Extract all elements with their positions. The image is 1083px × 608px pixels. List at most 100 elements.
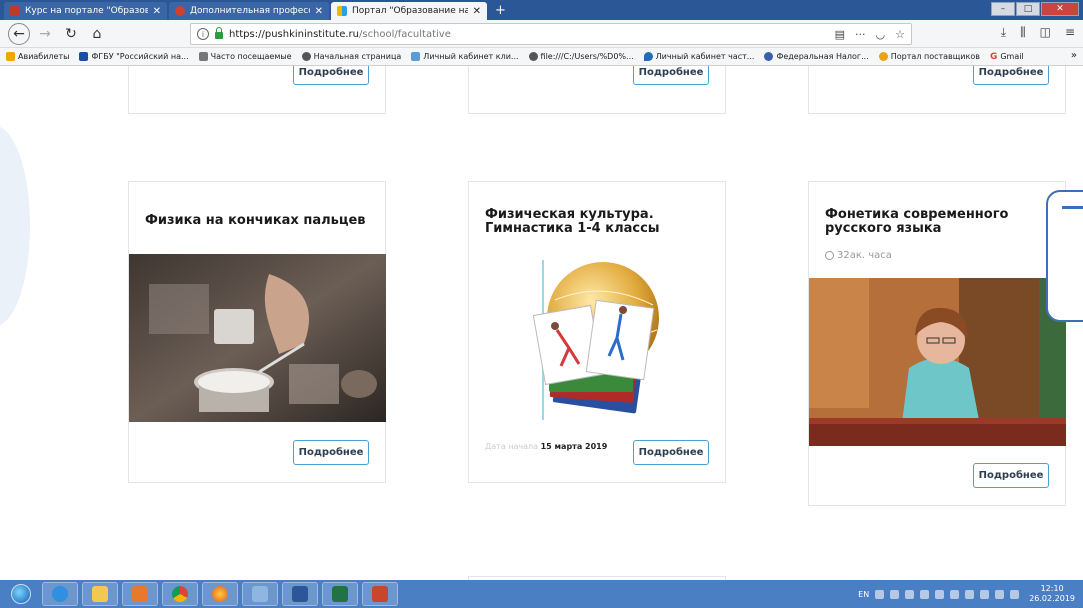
folder-icon (92, 586, 108, 602)
excel-icon (332, 586, 348, 602)
teacher-photo (809, 278, 1066, 446)
menu-icon[interactable]: ≡ (1065, 25, 1075, 40)
maximize-button[interactable]: □ (1016, 2, 1040, 16)
browser-tab-3-active[interactable]: Портал "Образование на Рус ✕ (331, 2, 487, 20)
tray-icon[interactable] (920, 589, 930, 599)
more-button[interactable]: Подробнее (973, 463, 1049, 488)
start-date: Дата начала 15 марта 2019 (485, 442, 607, 451)
tray-icon[interactable] (965, 589, 975, 599)
close-tab-icon[interactable]: ✕ (315, 6, 323, 17)
gmail-icon (10, 6, 20, 16)
site-icon (411, 52, 421, 61)
sidebar-icon[interactable]: ◫ (1040, 25, 1051, 40)
globe-icon (528, 52, 538, 61)
bookmark-item[interactable]: Личный кабинет част... (643, 52, 754, 61)
reload-icon[interactable]: ↻ (60, 23, 82, 45)
back-arrow-icon[interactable]: ← (8, 22, 30, 45)
minimize-button[interactable]: – (991, 2, 1015, 16)
portal-icon (878, 52, 888, 61)
course-title: Физика на кончиках пальцев (145, 213, 366, 228)
more-button[interactable]: Подробнее (633, 66, 709, 85)
globe-icon (301, 52, 311, 61)
bookmarks-overflow-button[interactable]: » (1071, 50, 1077, 61)
lab-photo (129, 254, 386, 422)
browser-tab-bar: Курс на портале "Образован ✕ Дополнитель… (0, 0, 1083, 20)
bookmarks-bar: Авиабилеты ФГБУ "Российский на... Часто … (0, 48, 1083, 66)
course-title: Фонетика современного русского языка (825, 207, 1009, 236)
system-tray: EN 12:10 26.02.2019 (813, 580, 1083, 608)
bookmark-item[interactable]: Личный кабинет кли... (411, 52, 519, 61)
bookmark-item[interactable]: ФГБУ "Российский на... (79, 52, 189, 61)
word-icon (292, 586, 308, 602)
tray-icon[interactable] (875, 589, 885, 599)
tray-icon[interactable] (935, 589, 945, 599)
browser-tab-2[interactable]: Дополнительная профессио ✕ (169, 2, 329, 20)
start-date-value: 15 марта 2019 (540, 442, 608, 451)
close-tab-icon[interactable]: ✕ (473, 6, 481, 17)
browser-tab-1[interactable]: Курс на портале "Образован ✕ (4, 2, 167, 20)
flag-icon[interactable] (1010, 589, 1020, 599)
taskbar-app-ie[interactable] (42, 582, 78, 606)
globe-books-illustration (532, 260, 659, 420)
taskbar-app-word[interactable] (282, 582, 318, 606)
tray-icon[interactable] (890, 589, 900, 599)
course-image-physics[interactable] (129, 254, 386, 422)
bookmark-item[interactable]: Федеральная Налог... (764, 52, 869, 61)
bookmark-item[interactable]: Авиабилеты (6, 52, 69, 61)
address-bar[interactable]: i https://pushkininstitute.ru/school/fac… (190, 23, 912, 45)
system-clock[interactable]: 12:10 26.02.2019 (1029, 584, 1075, 604)
chrome-icon (172, 586, 188, 602)
volume-icon[interactable] (995, 589, 1005, 599)
outlook-icon (132, 586, 148, 602)
close-tab-icon[interactable]: ✕ (153, 6, 161, 17)
more-button[interactable]: Подробнее (293, 440, 369, 465)
tray-icon[interactable] (905, 589, 915, 599)
side-widget[interactable] (1046, 190, 1083, 322)
language-indicator[interactable]: EN (858, 590, 869, 599)
pocket-icon[interactable]: ◡ (876, 28, 886, 41)
library-icon[interactable]: ⫼ (1020, 25, 1026, 40)
bookmark-item[interactable]: Часто посещаемые (198, 52, 292, 61)
course-image-phonetics[interactable] (809, 278, 1066, 446)
taskbar-app-chrome[interactable] (162, 582, 198, 606)
window-controls: – □ ✕ (991, 2, 1079, 16)
taskbar-app-explorer[interactable] (82, 582, 118, 606)
taskbar-app-powerpoint[interactable] (362, 582, 398, 606)
tray-icon[interactable] (950, 589, 960, 599)
tab-label: Курс на портале "Образован (25, 6, 148, 16)
flag-icon (79, 52, 89, 61)
info-icon[interactable]: i (197, 28, 209, 40)
windows-taskbar: EN 12:10 26.02.2019 (0, 580, 1083, 608)
bookmark-item[interactable]: G Gmail (990, 52, 1024, 62)
close-window-button[interactable]: ✕ (1041, 2, 1079, 16)
start-button[interactable] (4, 582, 38, 606)
course-card-partial: Подробнее (468, 66, 726, 114)
page-actions-icon[interactable]: ··· (855, 28, 866, 41)
tab-label: Портал "Образование на Рус (352, 6, 468, 16)
bookmark-item[interactable]: file:///C:/Users/%D0%... (528, 52, 634, 61)
computer-icon (252, 586, 268, 602)
more-button[interactable]: Подробнее (633, 440, 709, 465)
taskbar-app-firefox[interactable] (202, 582, 238, 606)
more-button[interactable]: Подробнее (293, 66, 369, 85)
taskbar-app-computer[interactable] (242, 582, 278, 606)
forward-arrow-icon[interactable]: → (34, 23, 56, 45)
plane-icon (6, 52, 15, 61)
new-tab-button[interactable]: + (489, 2, 512, 20)
network-icon[interactable] (980, 589, 990, 599)
taskbar-app-excel[interactable] (322, 582, 358, 606)
bookmark-star-icon[interactable]: ☆ (895, 28, 905, 41)
course-image-gymnastics[interactable] (525, 260, 675, 420)
windows-logo-icon (11, 584, 31, 604)
more-button[interactable]: Подробнее (973, 66, 1049, 85)
download-icon[interactable]: ⤓ (1001, 25, 1006, 40)
home-icon[interactable]: ⌂ (86, 23, 108, 45)
bookmark-item[interactable]: Начальная страница (301, 52, 401, 61)
course-title: Физическая культура. Гимнастика 1-4 клас… (485, 207, 660, 236)
course-card-gymnastics: Физическая культура. Гимнастика 1-4 клас… (468, 181, 726, 483)
taskbar-app-outlook[interactable] (122, 582, 158, 606)
site-icon (175, 6, 185, 16)
course-card-partial: Подробнее (128, 66, 386, 114)
bookmark-item[interactable]: Портал поставщиков (878, 52, 980, 61)
reader-view-icon[interactable]: ▤ (835, 28, 845, 41)
